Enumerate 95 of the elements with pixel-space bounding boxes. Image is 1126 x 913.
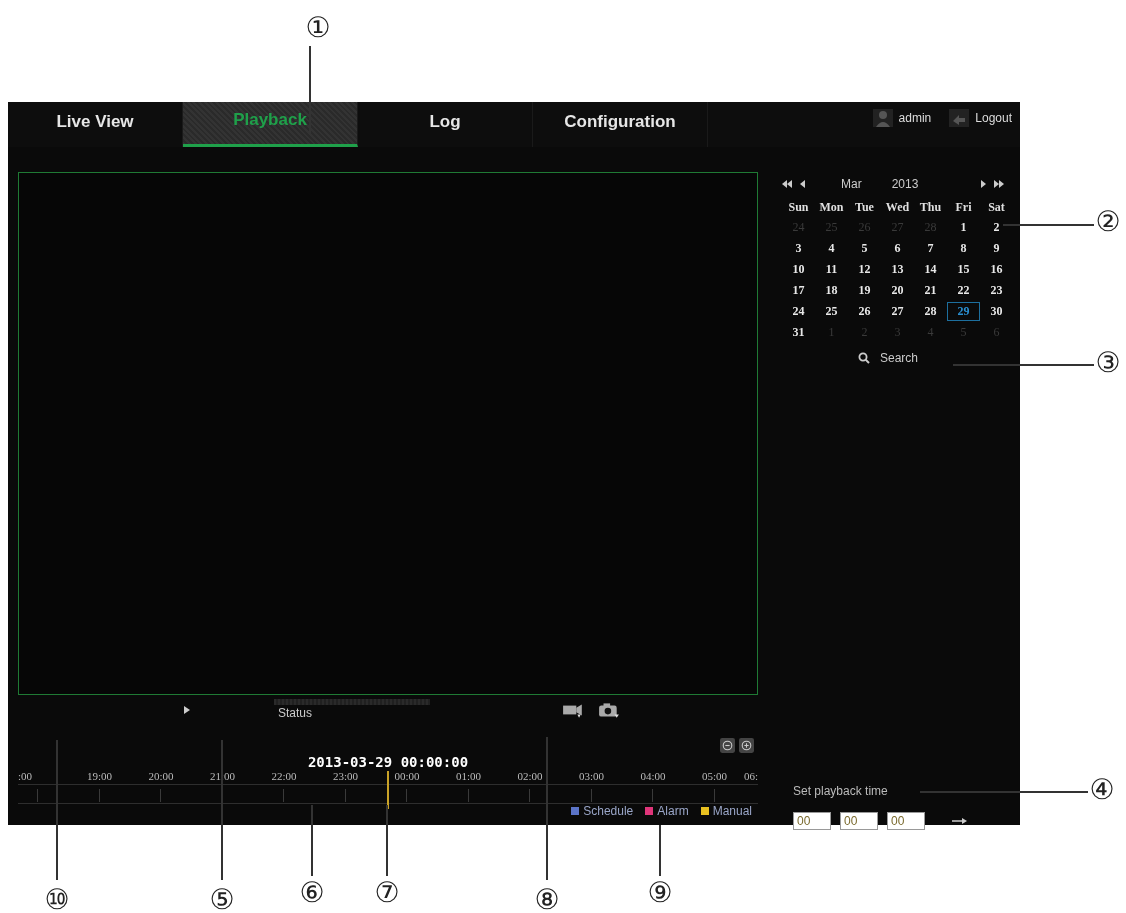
calendar-day[interactable]: 4 [815, 239, 848, 258]
time-field[interactable]: 00 [793, 812, 831, 830]
leader-line [386, 805, 388, 876]
calendar-year: 2013 [891, 177, 919, 191]
calendar-day[interactable]: 24 [782, 302, 815, 321]
legend-label: Manual [712, 804, 752, 818]
previous-month-icon[interactable] [800, 180, 805, 188]
calendar-day[interactable]: 1 [947, 218, 980, 237]
callout-number: ⑩ [44, 886, 70, 913]
calendar-day[interactable]: 9 [980, 239, 1013, 258]
leader-line [311, 805, 313, 876]
calendar-day[interactable]: 19 [848, 281, 881, 300]
callout-number: ⑥ [299, 879, 325, 907]
callout-number: ④ [1089, 776, 1115, 804]
calendar-day[interactable]: 3 [782, 239, 815, 258]
calendar-day[interactable]: 5 [848, 239, 881, 258]
callout-number: ③ [1095, 349, 1121, 377]
playback-time-label: Set playback time [793, 784, 888, 798]
previous-year-icon[interactable] [782, 180, 792, 188]
callout-number: ① [305, 14, 331, 42]
hour-label: 03:00 [578, 770, 605, 782]
calendar-day[interactable]: 25 [815, 302, 848, 321]
callout-number: ⑦ [374, 879, 400, 907]
leader-line [659, 825, 661, 876]
callout-number: ⑤ [209, 886, 235, 913]
time-field[interactable]: 00 [887, 812, 925, 830]
calendar-day[interactable]: 12 [848, 260, 881, 279]
calendar-day[interactable]: 21 [914, 281, 947, 300]
callout-number: ② [1095, 208, 1121, 236]
hour-label: 22:00 [271, 770, 297, 782]
arrow-icon[interactable] [952, 817, 968, 825]
legend-label: Schedule [583, 804, 634, 818]
hour-label: 23:00 [332, 770, 359, 782]
next-year-icon[interactable] [994, 180, 1004, 188]
calendar-day[interactable]: 6 [881, 239, 914, 258]
hour-label: 06: [743, 770, 758, 782]
nav-tab[interactable]: Playback [183, 102, 358, 147]
calendar-day[interactable]: 22 [947, 281, 980, 300]
calendar-day[interactable]: 13 [881, 260, 914, 279]
hour-label: 21:00 [209, 770, 236, 782]
hour-label: 01:00 [455, 770, 482, 782]
calendar-day[interactable]: 2 [980, 218, 1013, 237]
next-month-icon[interactable] [981, 180, 986, 188]
legend-label: Alarm [657, 804, 689, 818]
play-icon[interactable] [184, 706, 190, 714]
hour-label: 20:00 [148, 770, 174, 782]
calendar-day[interactable]: 20 [881, 281, 914, 300]
nav-tab[interactable]: Log [358, 102, 533, 147]
timeline-track[interactable] [18, 784, 758, 804]
calendar-day[interactable]: 11 [815, 260, 848, 279]
weekday-label: Thu [918, 199, 943, 216]
calendar-day[interactable]: 27 [881, 302, 914, 321]
weekday-label: Wed [884, 199, 911, 216]
calendar-day[interactable]: 14 [914, 260, 947, 279]
calendar-day[interactable]: 31 [782, 323, 815, 342]
calendar-day[interactable]: 10 [782, 260, 815, 279]
hour-label: 19:00 [86, 770, 113, 782]
zoom-in-icon[interactable] [739, 738, 754, 753]
calendar-day[interactable]: 30 [980, 302, 1013, 321]
logout-icon[interactable] [949, 108, 970, 127]
user-icon [872, 108, 893, 127]
zoom-out-icon[interactable] [720, 738, 735, 753]
calendar-day[interactable]: 28 [914, 302, 947, 321]
calendar-day[interactable]: 23 [980, 281, 1013, 300]
weekday-label: Mon [818, 199, 845, 216]
hour-label: 05:00 [701, 770, 728, 782]
status-label: Status [278, 706, 313, 720]
hour-label: 00:00 [394, 770, 420, 782]
time-field[interactable]: 00 [840, 812, 878, 830]
callout-number: ⑨ [647, 879, 673, 907]
logout-link[interactable]: Logout [975, 110, 1012, 125]
weekday-label: Sat [987, 199, 1006, 216]
search-button[interactable]: Search [858, 351, 919, 365]
callout-number: ⑧ [534, 886, 560, 913]
calendar-day[interactable]: 29 [947, 302, 980, 321]
calendar-day[interactable]: 8 [947, 239, 980, 258]
timeline-datetime: 2013-03-29 00:00:00 [306, 754, 470, 770]
calendar-day[interactable]: 26 [848, 302, 881, 321]
calendar-day[interactable]: 16 [980, 260, 1013, 279]
time-cursor[interactable] [387, 771, 389, 809]
weekday-label: Sun [787, 199, 810, 216]
search-icon [858, 352, 870, 364]
camera-download-icon[interactable] [598, 701, 620, 719]
calendar-day[interactable]: 17 [782, 281, 815, 300]
calendar-day[interactable]: 18 [815, 281, 848, 300]
calendar-day[interactable]: 7 [914, 239, 947, 258]
calendar-day[interactable]: 15 [947, 260, 980, 279]
username: admin [898, 110, 932, 125]
hour-label: 02:00 [517, 770, 543, 782]
calendar-month: Mar [841, 177, 862, 191]
hour-label: :00 [18, 770, 33, 782]
weekday-label: Tue [854, 199, 875, 216]
weekday-label: Fri [954, 199, 973, 216]
nav-tab[interactable]: Configuration [533, 102, 708, 147]
hour-label: 04:00 [640, 770, 666, 782]
